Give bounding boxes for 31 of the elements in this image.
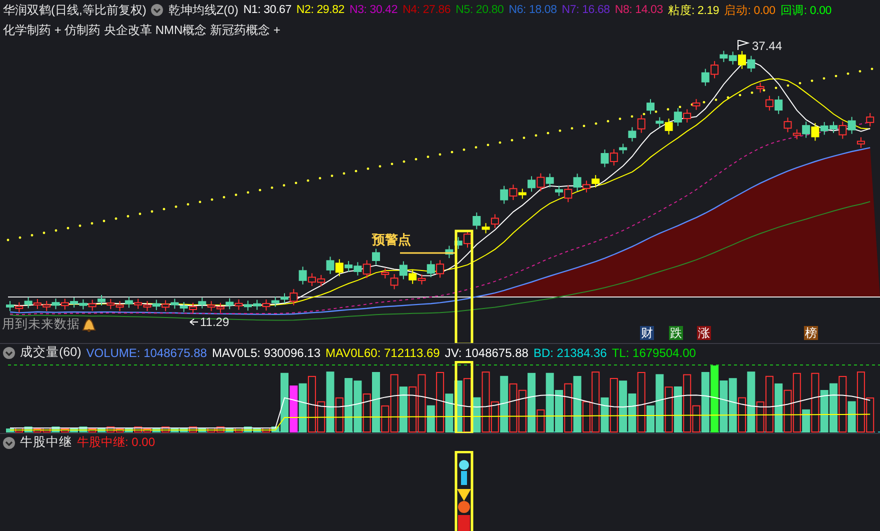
event-tag: 榜 xyxy=(804,326,818,340)
event-tag: 涨 xyxy=(697,326,711,340)
stock-title: 华润双鹤(日线,等比前复权) xyxy=(3,2,146,18)
indicator-value: 启动: 0.00 xyxy=(724,4,776,18)
indicator-value: JV: 1048675.88 xyxy=(444,346,528,360)
indicator-value: N7: 16.68 xyxy=(562,4,610,16)
indicator-value: BD: 21384.36 xyxy=(533,346,607,360)
indicator-value: N4: 27.86 xyxy=(402,4,451,16)
warning-text: 用到未来数据 xyxy=(2,316,80,333)
indicator-value: N5: 20.80 xyxy=(456,4,504,16)
event-tag: 跌 xyxy=(669,326,683,340)
indicator-value: MAV0L60: 712113.69 xyxy=(326,346,440,360)
indicator-value: N2: 29.82 xyxy=(296,4,344,16)
indicator-value: N6: 18.08 xyxy=(508,4,557,16)
event-tag: 财 xyxy=(640,326,654,340)
indicator-name: 乾坤均线Z(0) xyxy=(168,2,238,18)
indicator-value: N1: 30.67 xyxy=(243,4,292,16)
indicator-value: 牛股中继: 0.00 xyxy=(77,434,156,451)
concept-tags: 化学制药 + 仿制药 央企改革 NMN概念 新冠药概念 + xyxy=(3,22,280,38)
indicator-value: TL: 1679504.00 xyxy=(612,346,696,360)
indicator-value: MAV0L5: 930096.13 xyxy=(212,346,321,360)
indicator-value: VOLUME: 1048675.88 xyxy=(86,346,207,360)
panel-title: 牛股中继 xyxy=(20,434,72,451)
panel-title: 成交量(60) xyxy=(20,344,82,361)
alert-label: 预警点 xyxy=(372,231,411,249)
indicator-value: 粘度: 2.19 xyxy=(668,4,720,18)
indicator-value: 回调: 0.00 xyxy=(780,4,832,18)
low-price-label: 11.29 xyxy=(200,315,230,329)
indicator-value: N8: 14.03 xyxy=(614,4,663,16)
high-price-label: 37.44 xyxy=(752,39,782,53)
indicator-value: N3: 30.42 xyxy=(349,4,398,16)
